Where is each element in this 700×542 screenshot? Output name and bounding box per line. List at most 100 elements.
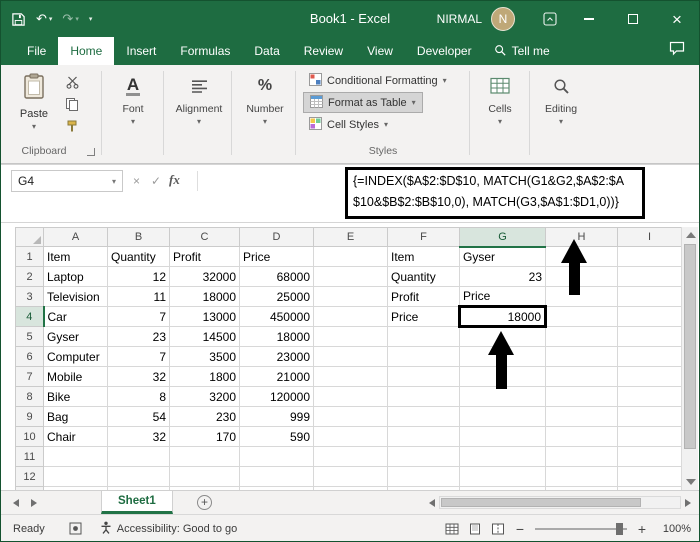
format-painter-icon[interactable] bbox=[61, 117, 83, 135]
cell-B12[interactable] bbox=[108, 467, 170, 487]
row-header-1[interactable]: 1 bbox=[16, 247, 44, 267]
zoom-out-button[interactable]: − bbox=[514, 521, 526, 537]
row-header-8[interactable]: 8 bbox=[16, 387, 44, 407]
cell-C10[interactable]: 170 bbox=[170, 427, 240, 447]
cell-H4[interactable] bbox=[546, 307, 618, 327]
cell-D9[interactable]: 999 bbox=[240, 407, 314, 427]
ribbon-display-options-icon[interactable] bbox=[543, 12, 557, 26]
scroll-up-icon[interactable] bbox=[686, 232, 696, 238]
cell-styles-button[interactable]: Cell Styles ▾ bbox=[303, 114, 394, 135]
cell-A5[interactable]: Gyser bbox=[44, 327, 108, 347]
cell-F2[interactable]: Quantity bbox=[388, 267, 460, 287]
cell-H12[interactable] bbox=[546, 467, 618, 487]
cell-I1[interactable] bbox=[618, 247, 682, 267]
cell-I2[interactable] bbox=[618, 267, 682, 287]
minimize-button[interactable] bbox=[567, 1, 611, 37]
cell-E8[interactable] bbox=[314, 387, 388, 407]
tab-home[interactable]: Home bbox=[58, 37, 114, 65]
cell-F11[interactable] bbox=[388, 447, 460, 467]
cell-I10[interactable] bbox=[618, 427, 682, 447]
scroll-down-icon[interactable] bbox=[686, 479, 696, 485]
cell-H3[interactable] bbox=[546, 287, 618, 307]
cell-C1[interactable]: Profit bbox=[170, 247, 240, 267]
redo-button[interactable]: ↷▾ bbox=[62, 11, 78, 27]
cell-I12[interactable] bbox=[618, 467, 682, 487]
cell-E4[interactable] bbox=[314, 307, 388, 327]
cell-B10[interactable]: 32 bbox=[108, 427, 170, 447]
cell-F3[interactable]: Profit bbox=[388, 287, 460, 307]
alignment-group-button[interactable]: Alignment ▾ bbox=[169, 70, 229, 144]
conditional-formatting-button[interactable]: Conditional Formatting ▾ bbox=[303, 70, 453, 91]
row-header-6[interactable]: 6 bbox=[16, 347, 44, 367]
cell-E3[interactable] bbox=[314, 287, 388, 307]
tab-developer[interactable]: Developer bbox=[405, 37, 484, 65]
tab-file[interactable]: File bbox=[15, 37, 58, 65]
zoom-in-button[interactable]: + bbox=[636, 521, 648, 537]
cell-D6[interactable]: 23000 bbox=[240, 347, 314, 367]
formula-input[interactable]: {=INDEX($A$2:$D$10, MATCH(G1&G2,$A$2:$A$… bbox=[345, 167, 645, 219]
tell-me[interactable]: Tell me bbox=[484, 37, 560, 65]
column-header-C[interactable]: C bbox=[170, 228, 240, 247]
cell-D7[interactable]: 21000 bbox=[240, 367, 314, 387]
cell-G11[interactable] bbox=[460, 447, 546, 467]
cell-G1[interactable]: Gyser bbox=[460, 247, 546, 267]
editing-group-button[interactable]: Editing ▾ bbox=[535, 70, 587, 144]
horizontal-scroll-thumb[interactable] bbox=[441, 498, 641, 507]
cell-C8[interactable]: 3200 bbox=[170, 387, 240, 407]
cell-I7[interactable] bbox=[618, 367, 682, 387]
column-header-E[interactable]: E bbox=[314, 228, 388, 247]
cell-B4[interactable]: 7 bbox=[108, 307, 170, 327]
format-as-table-button[interactable]: Format as Table ▾ bbox=[303, 92, 423, 113]
column-header-I[interactable]: I bbox=[618, 228, 682, 247]
undo-button[interactable]: ↶▾ bbox=[36, 11, 52, 27]
normal-view-icon[interactable] bbox=[445, 523, 459, 535]
cell-A7[interactable]: Mobile bbox=[44, 367, 108, 387]
insert-function-icon[interactable]: fx bbox=[169, 172, 180, 188]
cell-H7[interactable] bbox=[546, 367, 618, 387]
cell-F12[interactable] bbox=[388, 467, 460, 487]
page-layout-view-icon[interactable] bbox=[468, 523, 482, 535]
cell-G3[interactable]: Price bbox=[460, 287, 546, 307]
column-header-D[interactable]: D bbox=[240, 228, 314, 247]
cell-C5[interactable]: 14500 bbox=[170, 327, 240, 347]
cell-A1[interactable]: Item bbox=[44, 247, 108, 267]
copy-icon[interactable] bbox=[61, 95, 83, 113]
macro-record-icon[interactable] bbox=[69, 522, 82, 535]
horizontal-scrollbar[interactable] bbox=[429, 495, 691, 510]
cell-F7[interactable] bbox=[388, 367, 460, 387]
user-name[interactable]: NIRMAL bbox=[437, 12, 482, 26]
tab-insert[interactable]: Insert bbox=[114, 37, 168, 65]
scroll-left-icon[interactable] bbox=[429, 499, 435, 507]
cell-C4[interactable]: 13000 bbox=[170, 307, 240, 327]
cell-G9[interactable] bbox=[460, 407, 546, 427]
cell-F8[interactable] bbox=[388, 387, 460, 407]
cell-C6[interactable]: 3500 bbox=[170, 347, 240, 367]
cell-D5[interactable]: 18000 bbox=[240, 327, 314, 347]
tab-formulas[interactable]: Formulas bbox=[168, 37, 242, 65]
cut-icon[interactable] bbox=[61, 73, 83, 91]
name-box[interactable]: G4 ▾ bbox=[11, 170, 123, 192]
row-header-3[interactable]: 3 bbox=[16, 287, 44, 307]
cell-I8[interactable] bbox=[618, 387, 682, 407]
cell-B3[interactable]: 11 bbox=[108, 287, 170, 307]
cell-E7[interactable] bbox=[314, 367, 388, 387]
undo-caret-icon[interactable]: ▾ bbox=[49, 15, 53, 23]
row-header-11[interactable]: 11 bbox=[16, 447, 44, 467]
cell-I3[interactable] bbox=[618, 287, 682, 307]
cell-E1[interactable] bbox=[314, 247, 388, 267]
cell-E12[interactable] bbox=[314, 467, 388, 487]
cell-D10[interactable]: 590 bbox=[240, 427, 314, 447]
cell-A3[interactable]: Television bbox=[44, 287, 108, 307]
cell-F10[interactable] bbox=[388, 427, 460, 447]
cell-F6[interactable] bbox=[388, 347, 460, 367]
customize-quick-access-icon[interactable]: ▾ bbox=[89, 15, 93, 23]
cell-G4[interactable]: 18000 bbox=[460, 307, 546, 327]
page-break-view-icon[interactable] bbox=[491, 523, 505, 535]
cell-I4[interactable] bbox=[618, 307, 682, 327]
scroll-right-icon[interactable] bbox=[685, 499, 691, 507]
row-header-10[interactable]: 10 bbox=[16, 427, 44, 447]
enter-icon[interactable]: ✓ bbox=[151, 174, 161, 188]
column-header-A[interactable]: A bbox=[44, 228, 108, 247]
cell-C7[interactable]: 1800 bbox=[170, 367, 240, 387]
zoom-slider-handle[interactable] bbox=[616, 523, 623, 535]
